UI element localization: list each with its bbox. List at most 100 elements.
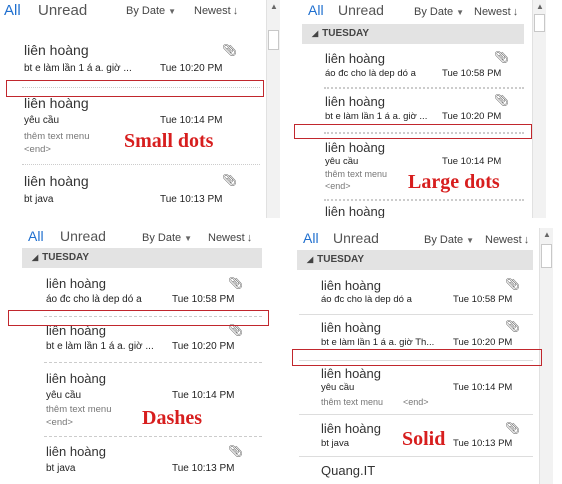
highlight-box [6, 80, 264, 97]
received-time: Tue 10:58 PM [442, 68, 502, 79]
date-group-header[interactable]: ◢ TUESDAY [22, 248, 262, 268]
received-time: Tue 10:14 PM [442, 156, 502, 167]
paperclip-icon: 📎︎ [505, 277, 521, 291]
date-group-header[interactable]: ◢ TUESDAY [297, 250, 533, 270]
list-item[interactable]: liên hoàng 📎︎ bt java Tue 10:13 PM [22, 440, 262, 484]
annotation-label-dashes: Dashes [142, 407, 203, 429]
list-item[interactable]: liên hoàng [302, 202, 524, 218]
list-item[interactable]: Quang.IT [297, 458, 533, 484]
received-time: Tue 10:14 PM [172, 390, 235, 401]
preview-text: thêm text menu [24, 131, 90, 142]
received-time: Tue 10:20 PM [160, 63, 223, 74]
subject: yêu cầu [325, 156, 359, 167]
preview-end: <end> [46, 417, 73, 428]
subject: áo đc cho là dep dó a [46, 294, 142, 305]
paperclip-icon: 📎︎ [228, 444, 244, 458]
received-time: Tue 10:14 PM [453, 382, 513, 393]
triangle-up-icon[interactable]: ▲ [542, 230, 552, 240]
list-item[interactable]: liên hoàng 📎︎ áo đc cho là dep dó a Tue … [22, 272, 262, 312]
scrollbar-thumb[interactable] [534, 14, 545, 32]
scrollbar-thumb[interactable] [541, 244, 552, 268]
arrow-down-icon: ↓ [523, 234, 530, 246]
sender-name: liên hoàng [325, 204, 385, 218]
triangle-down-icon: ▼ [466, 236, 475, 245]
mail-list-panel-dashes: All Unread By Date ▼ Newest ↓ ◢ TUESDAY liê… [18, 222, 282, 484]
received-time: Tue 10:13 PM [453, 438, 513, 449]
triangle-up-icon[interactable]: ▲ [535, 2, 545, 12]
preview-end: <end> [325, 181, 351, 191]
subject: bt e làm lần 1 á a. giờ ... [325, 111, 428, 122]
sender-name: liên hoàng [325, 140, 385, 155]
sort-by-date-dropdown[interactable]: By Date ▼ [126, 5, 176, 17]
subject: bt e làm lần 1 á a. giờ ... [46, 341, 154, 352]
list-item[interactable]: liên hoàng 📎︎ bt e làm lần 1 á a. giờ ..… [302, 90, 524, 126]
triangle-down-icon: ◢ [307, 255, 314, 264]
paperclip-icon: 📎︎ [228, 276, 244, 290]
sender-name: liên hoàng [24, 173, 89, 189]
paperclip-icon: 📎︎ [494, 50, 510, 64]
sender-name: liên hoàng [46, 276, 106, 291]
date-group-header[interactable]: ◢ TUESDAY [302, 24, 524, 44]
filter-all-tab[interactable]: All [28, 228, 44, 244]
received-time: Tue 10:20 PM [172, 341, 235, 352]
filter-all-tab[interactable]: All [303, 230, 319, 246]
preview-end: <end> [24, 144, 51, 155]
sender-name: liên hoàng [321, 320, 381, 335]
arrow-down-icon: ↓ [246, 232, 253, 244]
scrollbar[interactable]: ▲ [532, 0, 546, 218]
sender-name: liên hoàng [321, 421, 381, 436]
sort-order-button[interactable]: Newest ↓ [194, 5, 238, 17]
paperclip-icon: 📎︎ [505, 421, 521, 435]
received-time: Tue 10:20 PM [453, 337, 513, 348]
separator-large-dots [324, 199, 524, 201]
annotation-label-small-dots: Small dots [124, 130, 214, 152]
sender-name: liên hoàng [325, 51, 385, 66]
triangle-down-icon: ▼ [168, 7, 177, 16]
list-item[interactable]: liên hoàng 📎︎ áo đc cho là dep dó a Tue … [297, 272, 533, 310]
preview-text: thêm text menu [46, 404, 112, 415]
sender-name: liên hoàng [321, 278, 381, 293]
paperclip-icon: 📎︎ [222, 43, 238, 57]
filter-bar: All Unread By Date ▼ Newest ↓ [293, 228, 555, 252]
subject: yêu cầu [24, 115, 60, 126]
filter-unread-tab[interactable]: Unread [338, 2, 384, 18]
sender-name: liên hoàng [321, 366, 381, 381]
sender-name: liên hoàng [46, 444, 106, 459]
preview-text: thêm text menu [325, 169, 388, 179]
subject: bt java [321, 438, 349, 449]
arrow-down-icon: ↓ [232, 5, 239, 17]
preview-text: thêm text menu [321, 397, 384, 407]
triangle-down-icon: ◢ [312, 29, 319, 38]
paperclip-icon: 📎︎ [505, 319, 521, 333]
filter-unread-tab[interactable]: Unread [38, 2, 87, 19]
sort-by-date-dropdown[interactable]: By Date ▼ [142, 232, 192, 244]
subject: bt java [24, 194, 54, 205]
filter-all-tab[interactable]: All [4, 2, 21, 19]
subject: yêu cầu [321, 382, 355, 393]
subject: bt e làm lần 1 á a. giờ ... [24, 63, 132, 74]
paperclip-icon: 📎︎ [494, 93, 510, 107]
annotation-label-large-dots: Large dots [408, 171, 500, 193]
mail-list-panel-small-dots: All Unread By Date ▼ Newest ↓ liên hoàng 📎… [0, 0, 282, 218]
triangle-up-icon[interactable]: ▲ [269, 2, 279, 12]
filter-unread-tab[interactable]: Unread [60, 228, 106, 244]
scrollbar-thumb[interactable] [268, 30, 279, 50]
list-item[interactable]: liên hoàng 📎︎ áo đc cho là dep dó a Tue … [302, 46, 524, 86]
highlight-box [8, 310, 269, 326]
received-time: Tue 10:20 PM [442, 111, 502, 122]
sender-name: liên hoàng [325, 94, 385, 109]
list-item[interactable]: liên hoàng 📎︎ bt e làm lần 1 á a. giờ ..… [0, 38, 262, 82]
separator-dashes [44, 436, 262, 437]
triangle-down-icon: ▼ [456, 8, 465, 17]
scrollbar[interactable]: ▲ [266, 0, 280, 218]
filter-unread-tab[interactable]: Unread [333, 230, 379, 246]
list-item[interactable]: liên hoàng yêu cầu Tue 10:14 PM thêm tex… [297, 362, 533, 412]
sort-order-button[interactable]: Newest ↓ [208, 232, 252, 244]
list-item[interactable]: liên hoàng 📎︎ bt java Tue 10:13 PM [0, 168, 262, 212]
sort-order-button[interactable]: Newest ↓ [474, 6, 518, 18]
sort-order-button[interactable]: Newest ↓ [485, 234, 529, 246]
sort-by-date-dropdown[interactable]: By Date ▼ [414, 6, 464, 18]
filter-all-tab[interactable]: All [308, 2, 324, 18]
arrow-down-icon: ↓ [512, 6, 519, 18]
sort-by-date-dropdown[interactable]: By Date ▼ [424, 234, 474, 246]
